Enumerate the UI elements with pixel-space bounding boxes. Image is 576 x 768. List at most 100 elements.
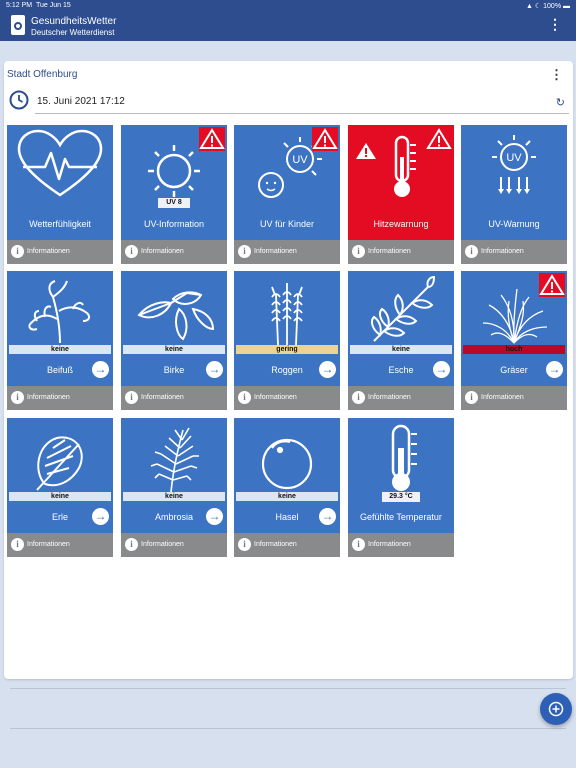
- tile-hitzewarnung[interactable]: Hitzewarnung i Informationen: [348, 125, 454, 264]
- info-label: Informationen: [481, 394, 524, 401]
- info-label: Informationen: [481, 248, 524, 255]
- info-label: Informationen: [368, 394, 411, 401]
- info-icon: i: [238, 538, 251, 551]
- info-label: Informationen: [27, 541, 70, 548]
- info-icon: i: [238, 245, 251, 258]
- arrow-right-icon[interactable]: →: [319, 361, 336, 378]
- pollen-level: keine: [350, 345, 452, 354]
- info-footer[interactable]: i Informationen: [7, 240, 113, 264]
- tile-graeser[interactable]: hoch Gräser → i Informationen: [461, 271, 567, 410]
- ambrosia-plant-icon: [150, 427, 199, 492]
- ash-leaves-icon: [371, 275, 436, 342]
- mugwort-plant-icon: [28, 280, 91, 344]
- info-icon: i: [352, 538, 365, 551]
- info-footer[interactable]: i Informationen: [234, 386, 340, 410]
- info-footer[interactable]: i Informationen: [348, 386, 454, 410]
- temperature-value: 29.3 °C: [382, 492, 420, 502]
- thermometer-icon: [391, 424, 417, 491]
- info-footer[interactable]: i Informationen: [121, 533, 227, 557]
- info-label: Informationen: [27, 248, 70, 255]
- info-footer[interactable]: i Informationen: [121, 386, 227, 410]
- tile-label: Hitzewarnung: [373, 219, 429, 229]
- info-footer[interactable]: i Informationen: [234, 240, 340, 264]
- pollen-level: hoch: [463, 345, 565, 354]
- tile-gefuehlte-temperatur[interactable]: 29.3 °C Gefühlte Temperatur i Information…: [348, 418, 454, 557]
- arrow-right-icon[interactable]: →: [206, 361, 223, 378]
- info-footer[interactable]: i Informationen: [348, 240, 454, 264]
- info-label: Informationen: [141, 541, 184, 548]
- arrow-right-icon[interactable]: →: [433, 361, 450, 378]
- info-label: Informationen: [368, 248, 411, 255]
- uv-symbol: UV: [292, 154, 308, 166]
- tile-birke[interactable]: keine Birke → i Informationen: [121, 271, 227, 410]
- tile-roggen[interactable]: gering Roggen → i Informationen: [234, 271, 340, 410]
- more-vertical-icon[interactable]: ⋮: [548, 16, 562, 33]
- info-footer[interactable]: i Informationen: [7, 386, 113, 410]
- warning-icon: [312, 127, 338, 151]
- info-footer[interactable]: i Informationen: [461, 240, 567, 264]
- tile-beifuss[interactable]: keine Beifuß → i Informationen: [7, 271, 113, 410]
- arrow-right-icon[interactable]: →: [546, 361, 563, 378]
- info-footer[interactable]: i Informationen: [461, 386, 567, 410]
- info-footer[interactable]: i Informationen: [348, 533, 454, 557]
- tile-hasel[interactable]: keine Hasel → i Informationen: [234, 418, 340, 557]
- info-icon: i: [125, 245, 138, 258]
- heart-pulse-icon: [17, 129, 103, 197]
- tile-uv-warnung[interactable]: UV UV-Warnung i Informationen: [461, 125, 567, 264]
- arrow-right-icon[interactable]: →: [92, 361, 109, 378]
- warning-icon: [199, 127, 225, 151]
- divider: [10, 728, 566, 729]
- tile-erle[interactable]: keine Erle → i Informationen: [7, 418, 113, 557]
- info-footer[interactable]: i Informationen: [234, 533, 340, 557]
- status-bar: 5:12 PM Tue Jun 15 ▲ ☾ 100% ▬: [0, 0, 576, 11]
- tile-label: UV für Kinder: [259, 219, 315, 229]
- tile-label: Wetterfühligkeit: [29, 219, 91, 229]
- tile-wetterfuehligkeit[interactable]: Wetterfühligkeit i Informationen: [7, 125, 113, 264]
- uv-warning-icon: UV: [492, 135, 536, 194]
- pollen-level: gering: [236, 345, 338, 354]
- info-icon: i: [125, 538, 138, 551]
- info-label: Informationen: [27, 394, 70, 401]
- battery-percent: 100%: [543, 3, 562, 10]
- divider: [35, 113, 569, 114]
- clock-icon: [9, 90, 29, 110]
- tile-label: Gefühlte Temperatur: [360, 512, 442, 522]
- warning-icon: [539, 273, 565, 297]
- location-name[interactable]: Stadt Offenburg: [7, 69, 77, 80]
- tile-ambrosia[interactable]: keine Ambrosia → i Informationen: [121, 418, 227, 557]
- warning-icon: [426, 127, 452, 151]
- app-subtitle: Deutscher Wetterdienst: [31, 28, 115, 37]
- plus-circle-icon: [548, 701, 564, 717]
- status-time: 5:12 PM: [6, 2, 33, 9]
- arrow-right-icon[interactable]: →: [319, 508, 336, 525]
- info-footer[interactable]: i Informationen: [121, 240, 227, 264]
- arrow-right-icon[interactable]: →: [92, 508, 109, 525]
- status-date: Tue Jun 15: [36, 2, 71, 9]
- pollen-level: keine: [236, 492, 338, 501]
- rye-grain-icon: [271, 283, 303, 345]
- refresh-icon[interactable]: ↻: [556, 96, 565, 109]
- info-icon: i: [11, 391, 24, 404]
- card-menu-icon[interactable]: ⋮: [550, 67, 563, 83]
- tile-uv-kinder[interactable]: UV UV für Kinder i Informationen: [234, 125, 340, 264]
- tile-uv-information[interactable]: UV 8 UV-Information i Informationen: [121, 125, 227, 264]
- info-icon: i: [11, 538, 24, 551]
- add-location-button[interactable]: [540, 693, 572, 725]
- info-label: Informationen: [141, 248, 184, 255]
- info-icon: i: [238, 391, 251, 404]
- info-icon: i: [352, 245, 365, 258]
- arrow-right-icon[interactable]: →: [206, 508, 223, 525]
- info-label: Informationen: [141, 394, 184, 401]
- tile-esche[interactable]: keine Esche → i Informationen: [348, 271, 454, 410]
- tile-label: UV-Information: [143, 219, 205, 229]
- status-battery: ▲ ☾ 100% ▬: [526, 3, 570, 10]
- forecast-datetime: 15. Juni 2021 17:12: [37, 96, 125, 107]
- info-icon: i: [465, 245, 478, 258]
- birch-leaves-icon: [137, 291, 215, 341]
- info-label: Informationen: [254, 394, 297, 401]
- pollen-level: keine: [123, 492, 225, 501]
- alder-leaf-icon: [36, 436, 83, 491]
- info-footer[interactable]: i Informationen: [7, 533, 113, 557]
- divider: [10, 688, 566, 689]
- pollen-level: keine: [9, 345, 111, 354]
